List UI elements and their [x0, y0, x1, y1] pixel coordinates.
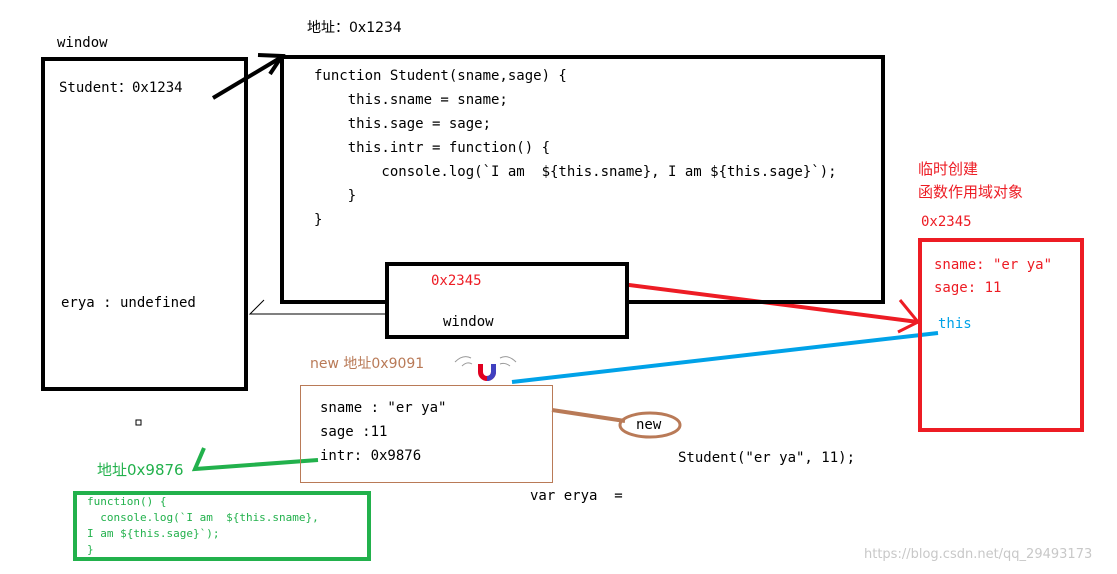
- this-box: [385, 262, 629, 339]
- scope-caption-1: 临时创建: [918, 160, 979, 178]
- var-declaration: var erya =: [530, 488, 623, 504]
- code-line: function Student(sname,sage) {: [314, 68, 567, 84]
- new-keyword: new: [636, 417, 662, 433]
- this-box-target: window: [443, 314, 494, 330]
- new-keyword-line: [551, 408, 626, 423]
- code-line: this.intr = function() {: [314, 140, 551, 156]
- window-label: window: [57, 35, 108, 51]
- code-line: }: [314, 188, 357, 204]
- scope-sage: sage: 11: [934, 280, 1002, 296]
- call-expression: Student("er ya", 11);: [678, 450, 856, 466]
- field-sname: sname : "er ya": [320, 400, 447, 416]
- function-code: function Student(sname,sage) { this.snam…: [314, 64, 837, 232]
- function-address: 地址：0x1234: [307, 20, 402, 36]
- code-line: }: [87, 543, 94, 556]
- code-line: console.log(`I am ${this.sname},: [87, 511, 319, 524]
- intr-function-code: function() { console.log(`I am ${this.sn…: [87, 494, 319, 558]
- code-line: this.sname = sname;: [314, 92, 508, 108]
- scope-address-arrowhead: [897, 299, 921, 334]
- scope-caption-2: 函数作用域对象: [918, 183, 1024, 201]
- small-square: [135, 419, 142, 426]
- field-sage: sage :11: [320, 424, 388, 440]
- scope-sname: sname: "er ya": [934, 257, 1053, 273]
- this-binding-line: [511, 331, 939, 384]
- this-box-address: 0x2345: [431, 273, 482, 289]
- code-line: }: [314, 212, 323, 228]
- code-line: I am ${this.sage}`);: [87, 527, 220, 540]
- scope-this: this: [938, 316, 972, 332]
- window-frame: [41, 57, 248, 391]
- student-entry: Student：0x1234: [59, 80, 183, 96]
- code-line: function() {: [87, 495, 167, 508]
- watermark: https://blog.csdn.net/qq_29493173: [864, 547, 1093, 562]
- code-line: this.sage = sage;: [314, 116, 492, 132]
- scope-address: 0x2345: [921, 214, 972, 230]
- erya-entry: erya : undefined: [61, 295, 196, 311]
- field-intr: intr: 0x9876: [320, 448, 422, 464]
- intr-address: 地址0x9876: [97, 461, 184, 479]
- new-object-address: new 地址0x9091: [310, 356, 425, 372]
- code-line: console.log(`I am ${this.sname}, I am ${…: [314, 164, 837, 180]
- diagram-canvas: window Student：0x1234 erya : undefined 地…: [0, 0, 1117, 574]
- new-object-fields: sname : "er ya" sage :11 intr: 0x9876: [320, 396, 446, 468]
